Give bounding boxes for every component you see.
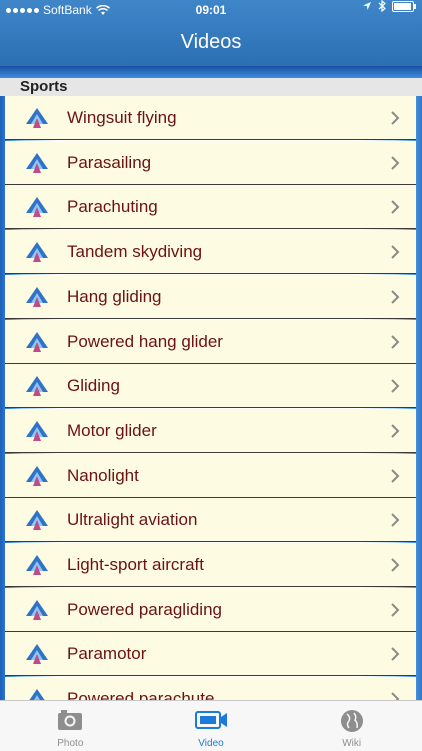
list-item[interactable]: Tandem skydiving xyxy=(5,230,416,275)
section-header-sports: Sports xyxy=(0,66,422,96)
list-item[interactable]: Ultralight aviation xyxy=(5,498,416,543)
page-title: Videos xyxy=(180,31,242,53)
list-item-label: Parachuting xyxy=(67,197,158,217)
list-item-label: Motor glider xyxy=(67,420,157,440)
list-item[interactable]: Parachuting xyxy=(5,185,416,230)
tab-video-label: Video xyxy=(198,738,224,749)
list-item-label: Paramotor xyxy=(67,644,147,664)
chevron-right-icon xyxy=(391,602,400,617)
list-item[interactable]: Light-sport aircraft xyxy=(5,543,416,587)
video-camera-icon xyxy=(194,708,228,737)
chevron-right-icon xyxy=(391,290,400,304)
list-item-label: Ultralight aviation xyxy=(67,510,198,530)
app-logo-icon xyxy=(26,555,48,575)
list-item[interactable]: Paramotor xyxy=(5,632,416,677)
app-logo-icon xyxy=(26,599,48,620)
list-item[interactable]: Powered hang glider xyxy=(5,319,416,364)
status-bar: SoftBank 09:01 xyxy=(0,0,422,20)
location-arrow-icon xyxy=(363,2,371,10)
top-bar: SoftBank 09:01 Videos xyxy=(0,0,422,66)
list-item-label: Light-sport aircraft xyxy=(67,555,204,574)
list-item-label: Wingsuit flying xyxy=(67,108,177,127)
chevron-right-icon xyxy=(391,513,400,528)
video-list-view[interactable]: Sports Wingsuit flying Parasailing Parachu… xyxy=(0,66,422,700)
tab-photo[interactable]: Photo xyxy=(0,701,141,751)
camera-icon xyxy=(57,708,83,737)
app-logo-icon xyxy=(26,108,48,128)
app-logo-icon xyxy=(26,152,48,173)
chevron-right-icon xyxy=(391,111,400,125)
chevron-right-icon xyxy=(391,424,400,438)
app-logo-icon xyxy=(29,689,45,700)
list-item[interactable]: Gliding xyxy=(5,364,416,409)
list-item-label: Powered paragliding xyxy=(67,599,222,619)
chevron-right-icon xyxy=(391,155,400,170)
status-time: 09:01 xyxy=(195,3,227,17)
chevron-right-icon xyxy=(391,558,400,572)
app-logo-icon xyxy=(26,286,48,307)
list-item[interactable]: Hang gliding xyxy=(5,274,416,319)
chevron-right-icon xyxy=(391,379,400,393)
chevron-right-icon xyxy=(391,245,400,259)
tab-wiki-label: Wiki xyxy=(342,738,362,749)
list-item-label: Parasailing xyxy=(67,152,152,172)
tab-photo-label: Photo xyxy=(57,738,84,749)
tab-bar: Photo Video Wiki xyxy=(0,700,422,751)
section-title: Sports xyxy=(20,78,68,95)
app-logo-icon xyxy=(26,197,48,218)
list-item[interactable]: Nanolight xyxy=(5,453,416,498)
app-logo-icon xyxy=(26,376,48,397)
battery-icon xyxy=(392,0,416,12)
chevron-right-icon xyxy=(391,692,400,700)
app-logo-icon xyxy=(26,242,48,263)
app-logo-icon xyxy=(26,510,48,531)
list-item-label: Tandem skydiving xyxy=(67,242,203,262)
list-item-label: Gliding xyxy=(67,376,120,396)
app-logo-icon xyxy=(26,644,48,665)
list-item[interactable]: Powered paragliding xyxy=(5,587,416,632)
tab-video[interactable]: Video xyxy=(141,701,282,751)
list-item[interactable]: Motor glider xyxy=(5,408,416,453)
list-item-label: Powered parachute xyxy=(67,689,215,700)
globe-icon xyxy=(339,708,365,739)
list-item-label: Hang gliding xyxy=(67,286,162,306)
chevron-right-icon xyxy=(391,468,400,483)
list-item[interactable]: Powered parachute xyxy=(5,677,416,700)
chevron-right-icon xyxy=(391,200,400,215)
chevron-right-icon xyxy=(391,334,400,349)
list-item-label: Nanolight xyxy=(67,465,139,485)
app-logo-icon xyxy=(26,331,48,352)
tab-wiki[interactable]: Wiki xyxy=(281,701,422,751)
app-logo-icon xyxy=(26,420,48,441)
app-logo-icon xyxy=(26,465,48,486)
list-item[interactable]: Wingsuit flying xyxy=(5,96,416,140)
chevron-right-icon xyxy=(391,647,400,662)
bluetooth-icon xyxy=(378,0,386,12)
list-item[interactable]: Parasailing xyxy=(5,140,416,185)
list-item-label: Powered hang glider xyxy=(67,331,223,351)
